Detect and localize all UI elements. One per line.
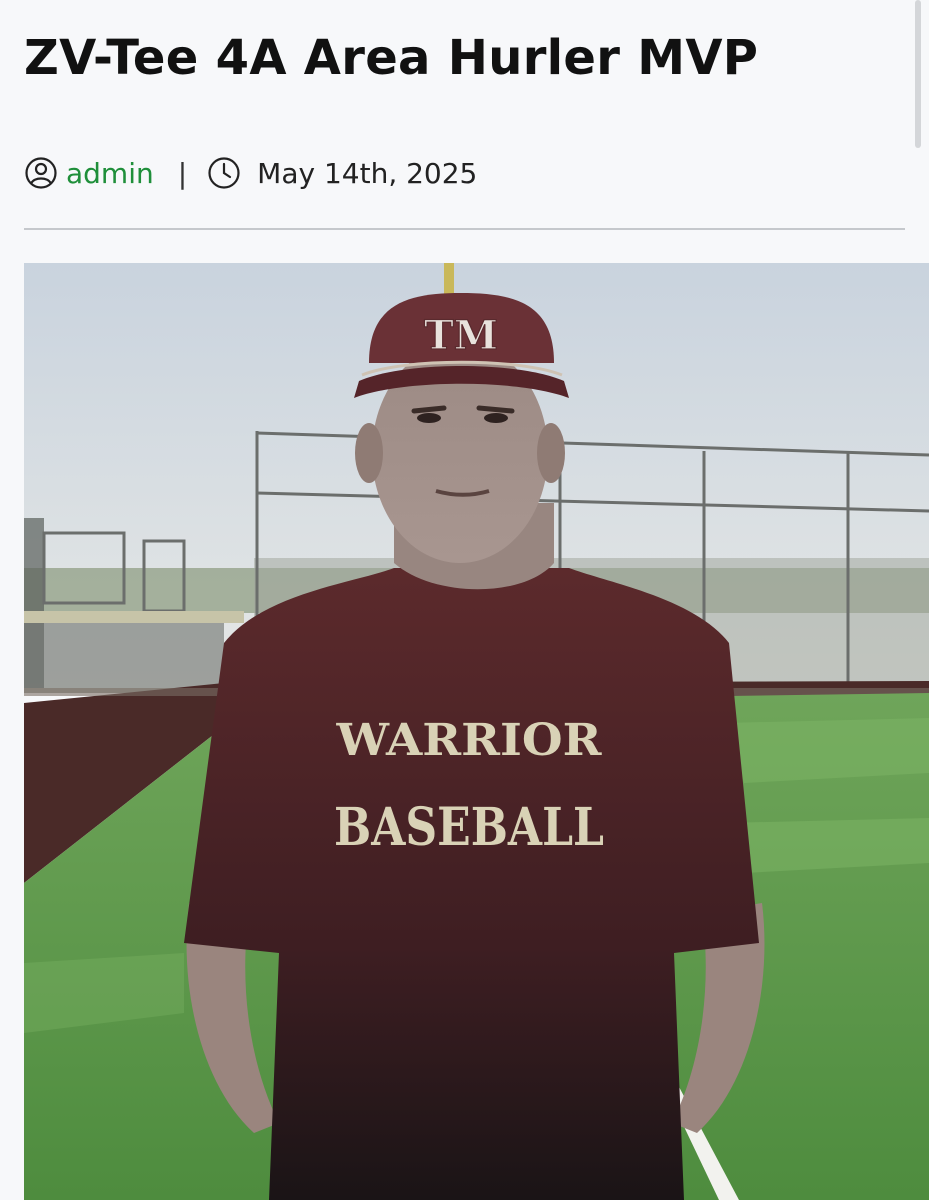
shirt-text-baseball: BASEBALL bbox=[334, 797, 604, 858]
clock-icon bbox=[207, 156, 241, 190]
featured-image: TM WARRIOR BASEBALL bbox=[24, 263, 929, 1200]
shirt-text-warrior: WARRIOR bbox=[335, 715, 602, 766]
scrollbar[interactable] bbox=[915, 0, 921, 148]
post-date: May 14th, 2025 bbox=[257, 156, 478, 190]
cap-logo: TM bbox=[424, 312, 498, 359]
meta-separator: | bbox=[177, 156, 188, 190]
post-title: ZV-Tee 4A Area Hurler MVP bbox=[24, 30, 759, 86]
meta-divider bbox=[24, 228, 905, 230]
post-meta: admin | May 14th, 2025 bbox=[24, 152, 477, 194]
user-circle-icon bbox=[24, 156, 58, 190]
author-link[interactable]: admin bbox=[66, 157, 154, 190]
